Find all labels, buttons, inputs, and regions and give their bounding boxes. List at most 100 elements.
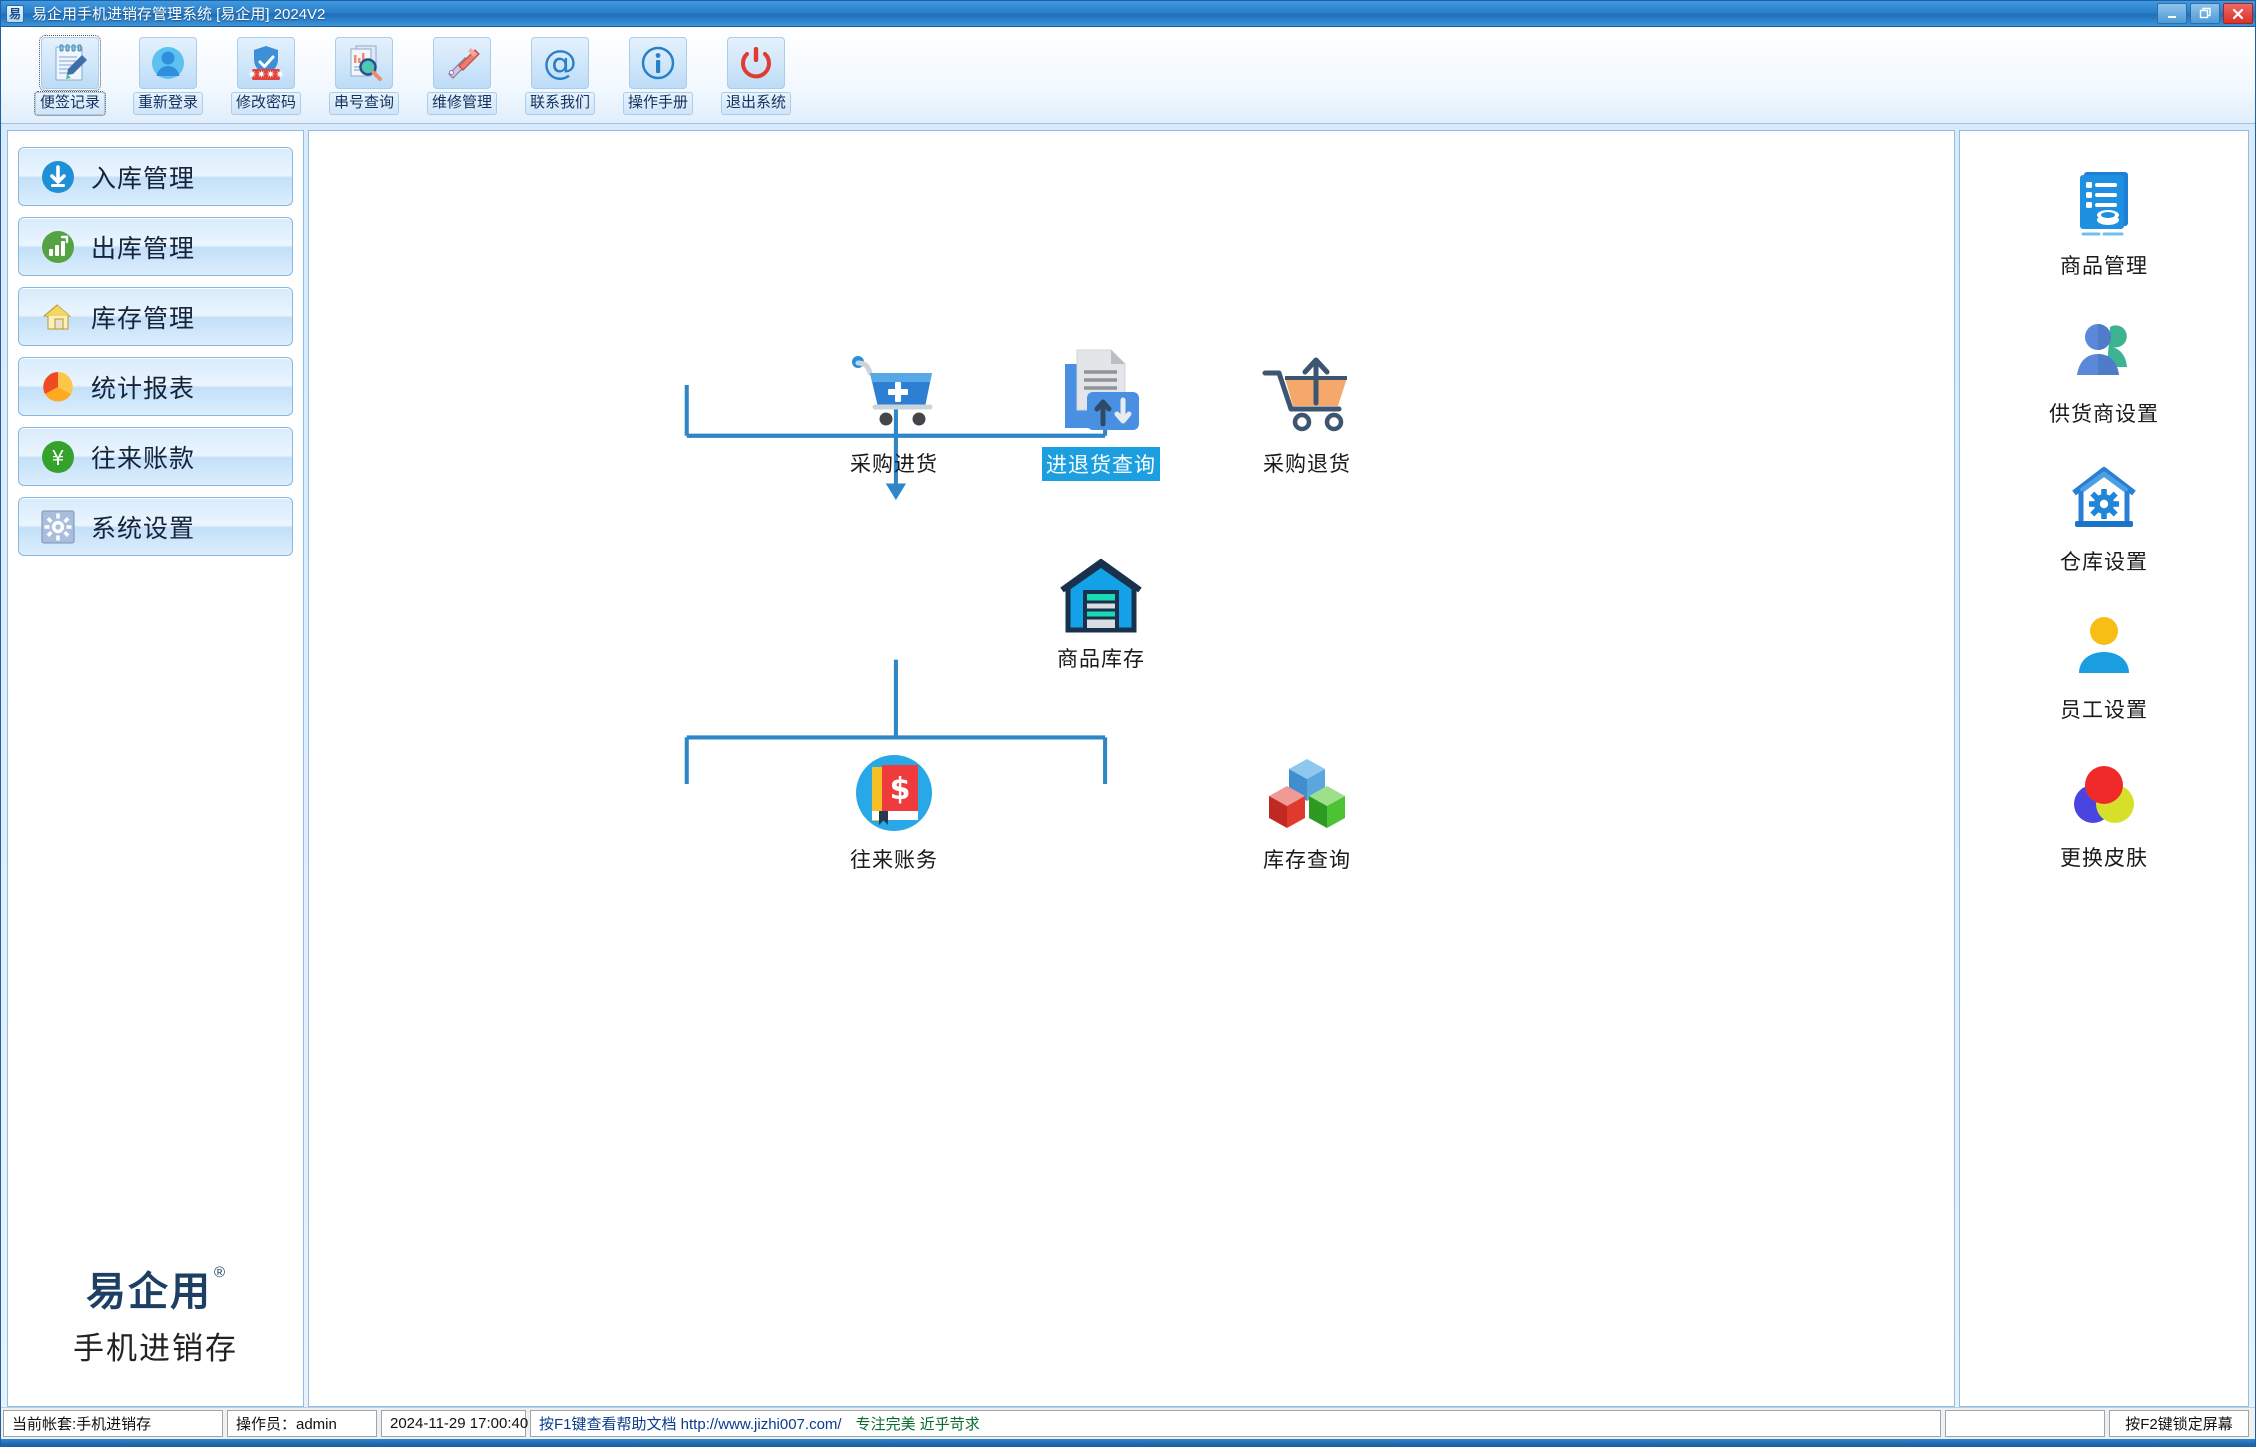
- sidebar-item-label: 出库管理: [91, 229, 195, 265]
- flow-node-label: 库存查询: [1263, 844, 1351, 874]
- status-datetime: 2024-11-29 17:00:40: [381, 1410, 526, 1437]
- shield-password-icon: ✷✷✷✷: [237, 37, 295, 89]
- window-controls: [2157, 3, 2253, 24]
- yuan-coin-icon: ¥: [41, 440, 75, 474]
- wrench-screwdriver-icon: [433, 37, 491, 89]
- main-toolbar: 便签记录 重新登录 ✷✷✷✷ 修改密码: [1, 27, 2255, 124]
- flow-node-account-ledger[interactable]: $ 往来账务: [814, 751, 974, 874]
- right-item-label: 商品管理: [2060, 250, 2148, 280]
- sidebar-item-label: 系统设置: [91, 509, 195, 545]
- right-item-employee-settings[interactable]: 员工设置: [2014, 609, 2194, 724]
- toolbar-button-note[interactable]: 便签记录: [37, 37, 103, 115]
- gear-icon: [41, 510, 75, 544]
- app-logo-icon: 易: [6, 5, 24, 23]
- title-bar: 易 易企用手机进销存管理系统 [易企用] 2024V2: [1, 1, 2255, 27]
- right-item-label: 仓库设置: [2060, 546, 2148, 576]
- status-bar: 当前帐套:手机进销存 操作员：admin 2024-11-29 17:00:40…: [1, 1407, 2255, 1439]
- document-magnifier-icon: [335, 37, 393, 89]
- toolbar-button-exit[interactable]: 退出系统: [723, 37, 789, 115]
- brand-subtitle: 手机进销存: [73, 1323, 238, 1368]
- right-item-product-management[interactable]: 商品管理: [2014, 165, 2194, 280]
- toolbar-label: 串号查询: [329, 92, 399, 115]
- body-area: 入库管理 出库管理: [1, 124, 2255, 1407]
- right-item-label: 员工设置: [2060, 694, 2148, 724]
- toolbar-button-imei-query[interactable]: 串号查询: [331, 37, 397, 115]
- sidebar-item-outbound[interactable]: 出库管理: [18, 217, 293, 276]
- toolbar-label: 操作手册: [623, 92, 693, 115]
- toolbar-button-manual[interactable]: 操作手册: [625, 37, 691, 115]
- flow-node-label: 采购进货: [850, 448, 938, 478]
- maximize-button[interactable]: [2190, 3, 2220, 24]
- left-sidebar: 入库管理 出库管理: [7, 130, 304, 1407]
- sidebar-item-label: 入库管理: [91, 159, 195, 195]
- main-canvas: 采购进货 进退货查: [308, 130, 1955, 1407]
- at-sign-icon: @: [531, 37, 589, 89]
- brand-name: 易企用®: [86, 1259, 225, 1317]
- warehouse-gear-icon: [2066, 461, 2142, 537]
- color-circles-icon: [2066, 757, 2142, 833]
- sidebar-item-inventory[interactable]: 库存管理: [18, 287, 293, 346]
- info-circle-icon: [629, 37, 687, 89]
- right-item-label: 更换皮肤: [2060, 842, 2148, 872]
- status-operator: 操作员：admin: [227, 1410, 377, 1437]
- toolbar-label: 修改密码: [231, 92, 301, 115]
- svg-text:$: $: [890, 772, 911, 807]
- status-account: 当前帐套:手机进销存: [3, 1410, 223, 1437]
- status-slogan: 专注完美 近乎苛求: [856, 1413, 980, 1434]
- supplier-people-icon: [2066, 313, 2142, 389]
- sidebar-item-accounts[interactable]: ¥ 往来账款: [18, 427, 293, 486]
- toolbar-button-relogin[interactable]: 重新登录: [135, 37, 201, 115]
- toolbar-button-repair[interactable]: 维修管理: [429, 37, 495, 115]
- flow-node-label: 往来账务: [850, 844, 938, 874]
- flow-node-purchase-return[interactable]: 采购退货: [1227, 353, 1387, 478]
- status-spacer: [1945, 1410, 2105, 1437]
- user-avatar-icon: [139, 37, 197, 89]
- warehouse-icon: [1058, 558, 1144, 634]
- sidebar-item-label: 统计报表: [91, 369, 195, 405]
- window-title: 易企用手机进销存管理系统 [易企用] 2024V2: [32, 3, 325, 24]
- flow-node-label: 进退货查询: [1042, 447, 1160, 481]
- pie-chart-icon: [41, 370, 75, 404]
- notepad-pen-icon: [41, 37, 99, 89]
- close-button[interactable]: [2223, 3, 2253, 24]
- bar-chart-up-icon: [41, 230, 75, 264]
- cart-plus-icon: [849, 353, 939, 439]
- sidebar-item-label: 往来账款: [91, 439, 195, 475]
- right-item-change-skin[interactable]: 更换皮肤: [2014, 757, 2194, 872]
- employee-person-icon: [2066, 609, 2142, 685]
- window-bottom-strip: [1, 1439, 2255, 1446]
- status-lock-hint[interactable]: 按F2键锁定屏幕: [2109, 1410, 2249, 1437]
- toolbar-label: 维修管理: [427, 92, 497, 115]
- power-off-icon: [727, 37, 785, 89]
- application-window: 易 易企用手机进销存管理系统 [易企用] 2024V2: [0, 0, 2256, 1447]
- flow-node-purchase-in[interactable]: 采购进货: [814, 353, 974, 478]
- registered-mark: ®: [214, 1264, 227, 1281]
- toolbar-label: 重新登录: [133, 92, 203, 115]
- toolbar-button-contact[interactable]: @ 联系我们: [527, 37, 593, 115]
- doc-updown-arrows-icon: [1057, 346, 1145, 438]
- right-item-warehouse-settings[interactable]: 仓库设置: [2014, 461, 2194, 576]
- brand-main-text: 易企用: [86, 1270, 212, 1314]
- toolbar-label: 联系我们: [525, 92, 595, 115]
- right-item-supplier-settings[interactable]: 供货商设置: [2014, 313, 2194, 428]
- sidebar-item-settings[interactable]: 系统设置: [18, 497, 293, 556]
- sidebar-item-inbound[interactable]: 入库管理: [18, 147, 293, 206]
- sidebar-item-reports[interactable]: 统计报表: [18, 357, 293, 416]
- minimize-button[interactable]: [2157, 3, 2187, 24]
- workflow-diagram: 采购进货 进退货查: [309, 131, 1954, 1406]
- ledger-book-icon: $: [852, 751, 936, 835]
- flow-node-label: 采购退货: [1263, 448, 1351, 478]
- cart-up-arrow-icon: [1261, 353, 1353, 439]
- flow-connector-lines: [309, 131, 1954, 1406]
- flow-node-goods-stock[interactable]: 商品库存: [1021, 558, 1181, 673]
- svg-text:✷✷✷✷: ✷✷✷✷: [248, 68, 285, 81]
- toolbar-label: 便签记录: [35, 92, 105, 115]
- flow-node-stock-query[interactable]: 库存查询: [1227, 751, 1387, 874]
- flow-node-in-out-query[interactable]: 进退货查询: [1021, 346, 1181, 481]
- warehouse-house-icon: [41, 300, 75, 334]
- status-help[interactable]: 按F1键查看帮助文档 http://www.jizhi007.com/ 专注完美…: [530, 1410, 1941, 1437]
- download-arrow-icon: [41, 160, 75, 194]
- toolbar-button-change-password[interactable]: ✷✷✷✷ 修改密码: [233, 37, 299, 115]
- sidebar-item-label: 库存管理: [91, 299, 195, 335]
- status-help-text: 按F1键查看帮助文档 http://www.jizhi007.com/: [539, 1413, 842, 1434]
